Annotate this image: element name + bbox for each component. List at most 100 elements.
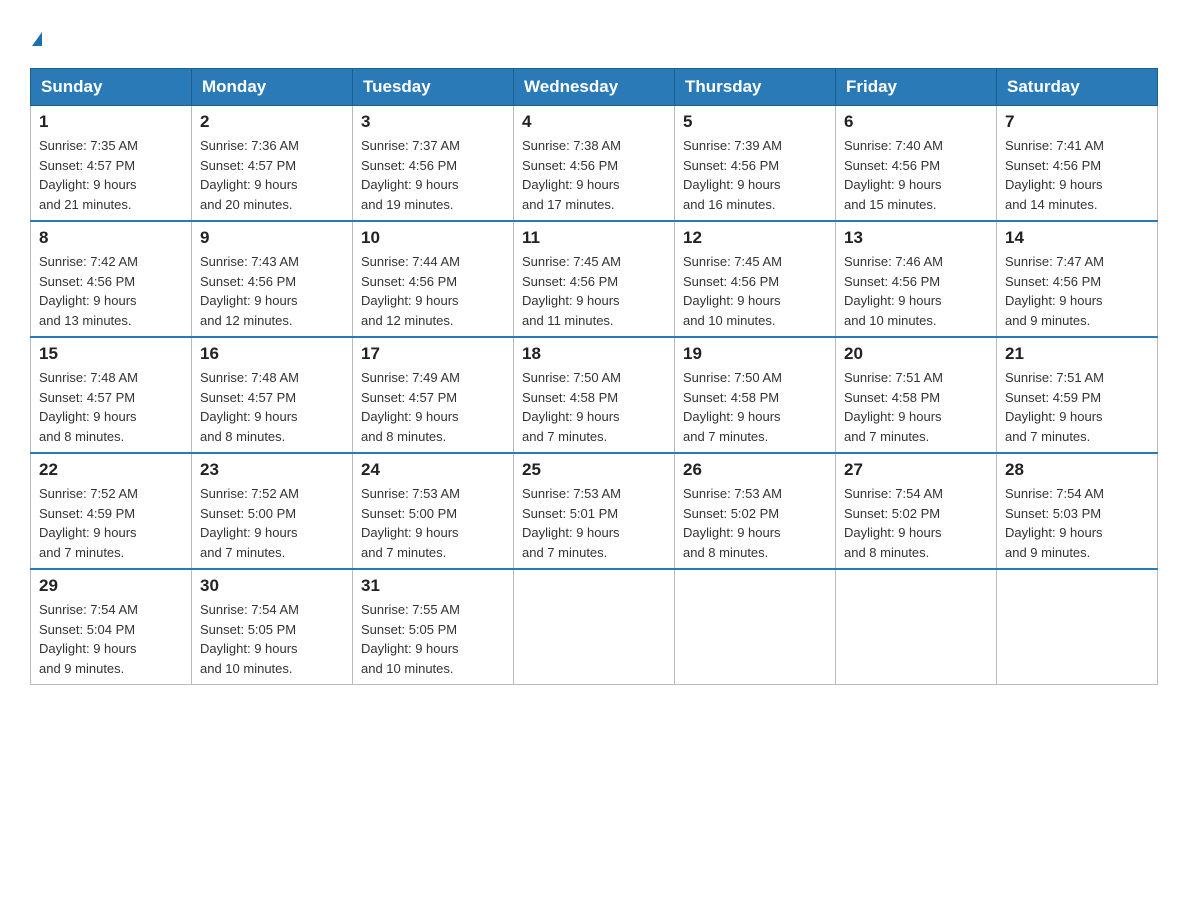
calendar-day-cell: 19 Sunrise: 7:50 AMSunset: 4:58 PMDayligh… bbox=[675, 337, 836, 453]
day-info: Sunrise: 7:36 AMSunset: 4:57 PMDaylight:… bbox=[200, 138, 299, 212]
calendar-day-cell: 11Sunrise: 7:45 AMSunset: 4:56 PMDayligh… bbox=[514, 221, 675, 337]
calendar-week-row: 15 Sunrise: 7:48 AMSunset: 4:57 PMDayligh… bbox=[31, 337, 1158, 453]
day-info: Sunrise: 7:49 AMSunset: 4:57 PMDaylight:… bbox=[361, 370, 460, 444]
day-info: Sunrise: 7:53 AMSunset: 5:02 PMDaylight:… bbox=[683, 486, 782, 560]
calendar-day-cell: 14 Sunrise: 7:47 AMSunset: 4:56 PMDayligh… bbox=[997, 221, 1158, 337]
day-info: Sunrise: 7:54 AMSunset: 5:02 PMDaylight:… bbox=[844, 486, 943, 560]
day-number: 25 bbox=[522, 460, 666, 480]
day-info: Sunrise: 7:51 AMSunset: 4:58 PMDaylight:… bbox=[844, 370, 943, 444]
calendar-day-cell: 28 Sunrise: 7:54 AMSunset: 5:03 PMDayligh… bbox=[997, 453, 1158, 569]
day-number: 9 bbox=[200, 228, 344, 248]
day-of-week-header: Saturday bbox=[997, 69, 1158, 106]
day-info: Sunrise: 7:48 AMSunset: 4:57 PMDaylight:… bbox=[39, 370, 138, 444]
day-info: Sunrise: 7:41 AMSunset: 4:56 PMDaylight:… bbox=[1005, 138, 1104, 212]
day-number: 17 bbox=[361, 344, 505, 364]
calendar-week-row: 1 Sunrise: 7:35 AMSunset: 4:57 PMDaylight… bbox=[31, 106, 1158, 222]
calendar-day-cell: 23Sunrise: 7:52 AMSunset: 5:00 PMDayligh… bbox=[192, 453, 353, 569]
day-info: Sunrise: 7:54 AMSunset: 5:05 PMDaylight:… bbox=[200, 602, 299, 676]
day-of-week-header: Monday bbox=[192, 69, 353, 106]
day-info: Sunrise: 7:38 AMSunset: 4:56 PMDaylight:… bbox=[522, 138, 621, 212]
calendar-day-cell: 16 Sunrise: 7:48 AMSunset: 4:57 PMDayligh… bbox=[192, 337, 353, 453]
calendar-day-cell: 30 Sunrise: 7:54 AMSunset: 5:05 PMDayligh… bbox=[192, 569, 353, 685]
day-info: Sunrise: 7:47 AMSunset: 4:56 PMDaylight:… bbox=[1005, 254, 1104, 328]
calendar-week-row: 8Sunrise: 7:42 AMSunset: 4:56 PMDaylight… bbox=[31, 221, 1158, 337]
day-info: Sunrise: 7:55 AMSunset: 5:05 PMDaylight:… bbox=[361, 602, 460, 676]
calendar-table: SundayMondayTuesdayWednesdayThursdayFrid… bbox=[30, 68, 1158, 685]
day-number: 20 bbox=[844, 344, 988, 364]
day-info: Sunrise: 7:35 AMSunset: 4:57 PMDaylight:… bbox=[39, 138, 138, 212]
calendar-day-cell: 8Sunrise: 7:42 AMSunset: 4:56 PMDaylight… bbox=[31, 221, 192, 337]
calendar-day-cell: 17 Sunrise: 7:49 AMSunset: 4:57 PMDayligh… bbox=[353, 337, 514, 453]
day-info: Sunrise: 7:42 AMSunset: 4:56 PMDaylight:… bbox=[39, 254, 138, 328]
day-number: 14 bbox=[1005, 228, 1149, 248]
calendar-day-cell: 4 Sunrise: 7:38 AMSunset: 4:56 PMDaylight… bbox=[514, 106, 675, 222]
day-number: 31 bbox=[361, 576, 505, 596]
calendar-day-cell: 27 Sunrise: 7:54 AMSunset: 5:02 PMDayligh… bbox=[836, 453, 997, 569]
day-info: Sunrise: 7:54 AMSunset: 5:03 PMDaylight:… bbox=[1005, 486, 1104, 560]
day-info: Sunrise: 7:44 AMSunset: 4:56 PMDaylight:… bbox=[361, 254, 460, 328]
day-number: 29 bbox=[39, 576, 183, 596]
day-number: 1 bbox=[39, 112, 183, 132]
calendar-day-cell bbox=[997, 569, 1158, 685]
day-number: 7 bbox=[1005, 112, 1149, 132]
calendar-day-cell: 22 Sunrise: 7:52 AMSunset: 4:59 PMDayligh… bbox=[31, 453, 192, 569]
day-info: Sunrise: 7:43 AMSunset: 4:56 PMDaylight:… bbox=[200, 254, 299, 328]
calendar-day-cell bbox=[675, 569, 836, 685]
day-number: 28 bbox=[1005, 460, 1149, 480]
calendar-week-row: 22 Sunrise: 7:52 AMSunset: 4:59 PMDayligh… bbox=[31, 453, 1158, 569]
calendar-day-cell: 31 Sunrise: 7:55 AMSunset: 5:05 PMDayligh… bbox=[353, 569, 514, 685]
day-number: 23 bbox=[200, 460, 344, 480]
day-info: Sunrise: 7:50 AMSunset: 4:58 PMDaylight:… bbox=[522, 370, 621, 444]
page-header bbox=[30, 20, 1158, 48]
calendar-day-cell: 20 Sunrise: 7:51 AMSunset: 4:58 PMDayligh… bbox=[836, 337, 997, 453]
day-info: Sunrise: 7:50 AMSunset: 4:58 PMDaylight:… bbox=[683, 370, 782, 444]
day-info: Sunrise: 7:46 AMSunset: 4:56 PMDaylight:… bbox=[844, 254, 943, 328]
day-number: 19 bbox=[683, 344, 827, 364]
day-number: 18 bbox=[522, 344, 666, 364]
calendar-day-cell: 9 Sunrise: 7:43 AMSunset: 4:56 PMDaylight… bbox=[192, 221, 353, 337]
day-number: 15 bbox=[39, 344, 183, 364]
calendar-header-row: SundayMondayTuesdayWednesdayThursdayFrid… bbox=[31, 69, 1158, 106]
day-of-week-header: Thursday bbox=[675, 69, 836, 106]
day-info: Sunrise: 7:45 AMSunset: 4:56 PMDaylight:… bbox=[683, 254, 782, 328]
day-info: Sunrise: 7:39 AMSunset: 4:56 PMDaylight:… bbox=[683, 138, 782, 212]
calendar-day-cell: 26Sunrise: 7:53 AMSunset: 5:02 PMDayligh… bbox=[675, 453, 836, 569]
logo-line1 bbox=[30, 20, 42, 48]
calendar-day-cell: 12 Sunrise: 7:45 AMSunset: 4:56 PMDayligh… bbox=[675, 221, 836, 337]
calendar-day-cell bbox=[836, 569, 997, 685]
day-info: Sunrise: 7:48 AMSunset: 4:57 PMDaylight:… bbox=[200, 370, 299, 444]
calendar-day-cell: 6 Sunrise: 7:40 AMSunset: 4:56 PMDaylight… bbox=[836, 106, 997, 222]
day-info: Sunrise: 7:37 AMSunset: 4:56 PMDaylight:… bbox=[361, 138, 460, 212]
calendar-day-cell: 1 Sunrise: 7:35 AMSunset: 4:57 PMDaylight… bbox=[31, 106, 192, 222]
day-number: 21 bbox=[1005, 344, 1149, 364]
day-number: 12 bbox=[683, 228, 827, 248]
day-info: Sunrise: 7:40 AMSunset: 4:56 PMDaylight:… bbox=[844, 138, 943, 212]
calendar-day-cell: 25Sunrise: 7:53 AMSunset: 5:01 PMDayligh… bbox=[514, 453, 675, 569]
day-number: 5 bbox=[683, 112, 827, 132]
calendar-day-cell: 21Sunrise: 7:51 AMSunset: 4:59 PMDayligh… bbox=[997, 337, 1158, 453]
day-of-week-header: Tuesday bbox=[353, 69, 514, 106]
day-number: 6 bbox=[844, 112, 988, 132]
day-of-week-header: Friday bbox=[836, 69, 997, 106]
day-number: 3 bbox=[361, 112, 505, 132]
day-info: Sunrise: 7:54 AMSunset: 5:04 PMDaylight:… bbox=[39, 602, 138, 676]
day-number: 4 bbox=[522, 112, 666, 132]
day-number: 27 bbox=[844, 460, 988, 480]
day-number: 16 bbox=[200, 344, 344, 364]
day-of-week-header: Sunday bbox=[31, 69, 192, 106]
logo-triangle-icon bbox=[32, 32, 42, 46]
calendar-day-cell: 3 Sunrise: 7:37 AMSunset: 4:56 PMDaylight… bbox=[353, 106, 514, 222]
calendar-day-cell: 29 Sunrise: 7:54 AMSunset: 5:04 PMDayligh… bbox=[31, 569, 192, 685]
calendar-day-cell: 15 Sunrise: 7:48 AMSunset: 4:57 PMDayligh… bbox=[31, 337, 192, 453]
day-info: Sunrise: 7:52 AMSunset: 4:59 PMDaylight:… bbox=[39, 486, 138, 560]
day-info: Sunrise: 7:45 AMSunset: 4:56 PMDaylight:… bbox=[522, 254, 621, 328]
day-number: 22 bbox=[39, 460, 183, 480]
calendar-day-cell: 13 Sunrise: 7:46 AMSunset: 4:56 PMDayligh… bbox=[836, 221, 997, 337]
calendar-day-cell bbox=[514, 569, 675, 685]
calendar-day-cell: 5 Sunrise: 7:39 AMSunset: 4:56 PMDaylight… bbox=[675, 106, 836, 222]
day-number: 13 bbox=[844, 228, 988, 248]
calendar-week-row: 29 Sunrise: 7:54 AMSunset: 5:04 PMDayligh… bbox=[31, 569, 1158, 685]
day-number: 30 bbox=[200, 576, 344, 596]
day-info: Sunrise: 7:53 AMSunset: 5:00 PMDaylight:… bbox=[361, 486, 460, 560]
calendar-day-cell: 2Sunrise: 7:36 AMSunset: 4:57 PMDaylight… bbox=[192, 106, 353, 222]
